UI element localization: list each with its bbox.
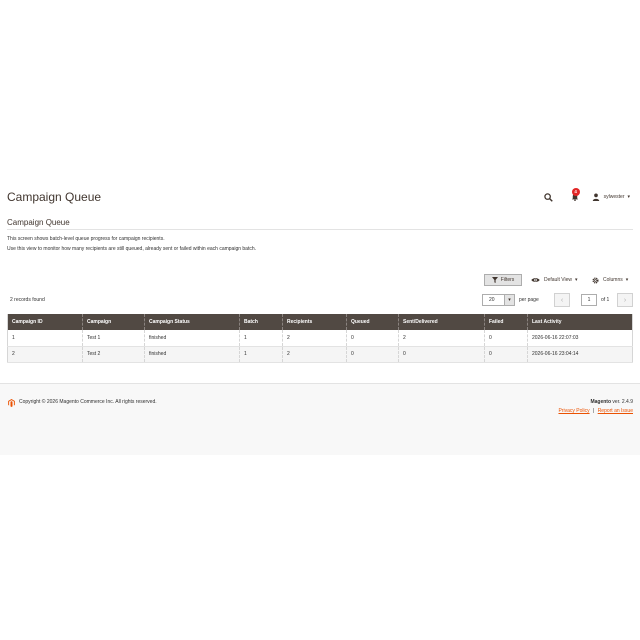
cell-campaign-id: 2 [7,346,83,363]
section-divider [7,229,633,230]
column-header[interactable]: Sent/Delivered [398,314,485,330]
page-footer: Copyright © 2026 Magento Commerce Inc. A… [0,383,640,455]
cell-sent-delivered: 2 [398,330,485,347]
table-header-row: Campaign ID Campaign Campaign Status Bat… [7,314,633,330]
column-header[interactable]: Batch [239,314,283,330]
per-page-value: 20 [489,297,495,303]
cell-campaign-status: finished [144,346,240,363]
brand-name: Magento [590,399,612,405]
magento-logo-icon [8,399,15,407]
description-line-1: This screen shows batch-level queue prog… [7,236,165,242]
per-page-label: per page [519,297,539,303]
records-found: 2 records found [10,297,45,303]
cell-campaign-status: finished [144,330,240,347]
cell-campaign: Test 2 [82,346,145,363]
cell-recipients: 2 [282,330,347,347]
next-page-button[interactable]: › [617,293,633,307]
header-actions: 4 sylwester ▾ [542,188,630,204]
table-row[interactable]: 1 Test 1 finished 1 2 0 2 0 2026-06-16 2… [7,330,633,347]
privacy-policy-link[interactable]: Privacy Policy [558,408,589,414]
columns-dropdown[interactable]: Columns ▾ [592,274,628,286]
per-page-select[interactable]: 20 ▾ [482,294,515,306]
filters-button[interactable]: Filters [484,274,522,286]
column-header[interactable]: Campaign [82,314,145,330]
section-title: Campaign Queue [7,218,70,227]
copyright-text: Copyright © 2026 Magento Commerce Inc. A… [19,399,157,405]
cell-sent-delivered: 0 [398,346,485,363]
username: sylwester [603,194,625,200]
cell-failed: 0 [484,330,528,347]
chevron-down-icon: ▾ [504,295,514,305]
user-menu[interactable]: sylwester ▾ [592,193,630,201]
page-count: of 1 [601,297,610,303]
page-number-input[interactable]: 1 [581,294,597,306]
table-row[interactable]: 2 Test 2 finished 1 2 0 0 0 2026-06-16 2… [7,346,633,363]
filter-icon [491,277,498,283]
cell-batch: 1 [239,330,283,347]
column-header[interactable]: Recipients [282,314,347,330]
cell-failed: 0 [484,346,528,363]
column-header[interactable]: Queued [346,314,399,330]
user-icon [592,193,600,201]
version-number: ver. 2.4.9 [612,399,633,405]
cell-last-activity: 2026-06-16 23:04:14 [527,346,633,363]
chevron-down-icon: ▾ [574,277,578,283]
chevron-left-icon: ‹ [560,296,564,304]
page-title: Campaign Queue [7,190,102,204]
previous-page-button[interactable]: ‹ [554,293,570,307]
chevron-right-icon: › [623,296,627,304]
column-header[interactable]: Failed [484,314,528,330]
report-issue-link[interactable]: Report an Issue [598,408,633,414]
description-line-2: Use this view to monitor how many recipi… [7,246,257,252]
cell-last-activity: 2026-06-16 22:07:03 [527,330,633,347]
cell-batch: 1 [239,346,283,363]
cell-campaign-id: 1 [7,330,83,347]
eye-icon [531,277,540,283]
filters-label: Filters [500,277,515,283]
default-view-label: Default View [544,277,572,283]
chevron-down-icon: ▾ [625,277,629,283]
footer-links: Privacy Policy | Report an Issue [558,408,633,414]
default-view-dropdown[interactable]: Default View ▾ [531,274,578,286]
columns-label: Columns [603,277,623,283]
notifications-button[interactable]: 4 [568,188,582,204]
column-header[interactable]: Last Activity [527,314,633,330]
version-info: Magento ver. 2.4.9 [590,399,633,405]
column-header[interactable]: Campaign ID [7,314,83,330]
cell-recipients: 2 [282,346,347,363]
column-header[interactable]: Campaign Status [144,314,240,330]
cell-campaign: Test 1 [82,330,145,347]
chevron-down-icon: ▾ [627,194,630,200]
notification-count-badge: 4 [571,188,580,196]
campaign-queue-table: Campaign ID Campaign Campaign Status Bat… [7,314,633,363]
cell-queued: 0 [346,330,399,347]
cell-queued: 0 [346,346,399,363]
link-separator: | [592,408,595,414]
page-header: Campaign Queue 4 sylwester ▾ [0,183,640,213]
gear-icon [592,276,599,284]
search-icon[interactable] [542,190,556,204]
